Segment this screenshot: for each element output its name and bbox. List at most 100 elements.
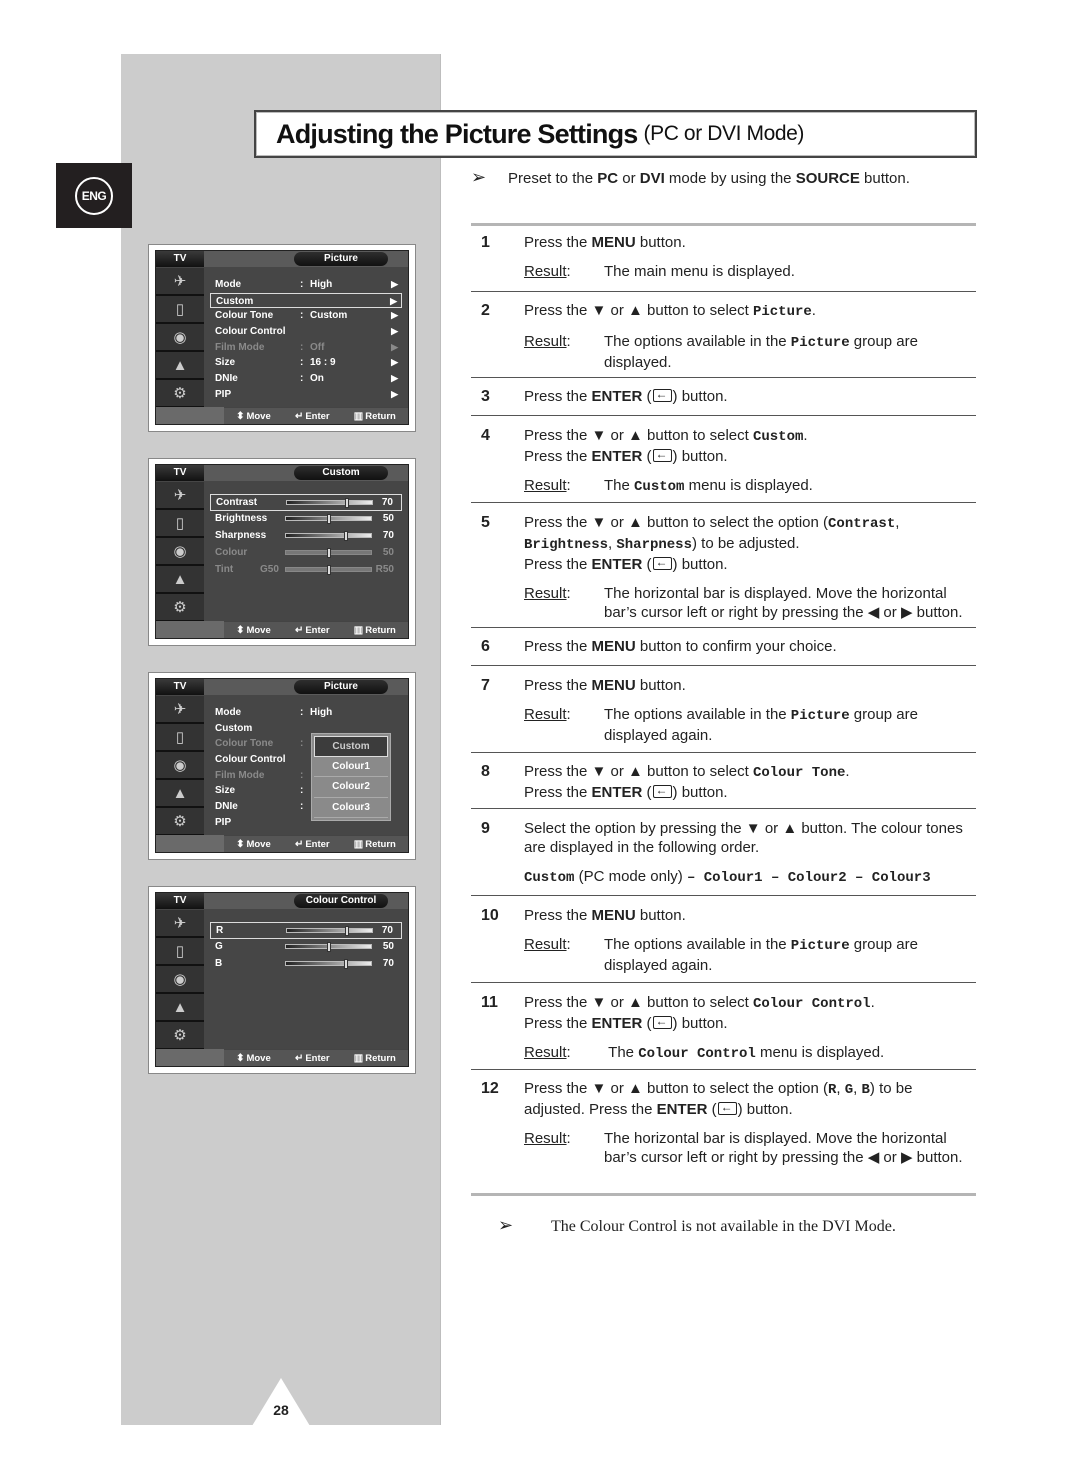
divider (471, 627, 976, 628)
setup-icon[interactable]: ⚙ (156, 380, 204, 408)
picture-icon[interactable]: ▯ (156, 296, 204, 324)
item-value: High (310, 279, 333, 290)
sound-icon[interactable]: ◉ (156, 752, 204, 780)
slider-track[interactable] (285, 514, 372, 524)
enter-hint: ↵ Enter (294, 624, 330, 636)
item-label: Film Mode (215, 769, 265, 781)
osd-slider-item[interactable]: B 70 (210, 956, 402, 973)
osd-slider-item[interactable]: Tint G50 R50 (210, 562, 402, 579)
step-2: 2 Press the ▼ or ▲ button to select Pict… (481, 302, 918, 371)
channel-icon[interactable]: ▲ (156, 994, 204, 1022)
item-label: Size (215, 357, 236, 369)
slider-value: 70 (381, 497, 393, 508)
osd-slider-item[interactable]: Colour 50 (210, 545, 402, 562)
osd-menu-item[interactable]: Film Mode: Off ▶ (210, 340, 402, 356)
osd-menu-item[interactable]: Custom ▶ (210, 292, 402, 309)
slider-track[interactable] (285, 959, 372, 969)
osd-slider-item[interactable]: Brightness 50 (210, 511, 402, 528)
osd-menu-item[interactable]: Colour Control ▶ (210, 324, 402, 340)
slider-track[interactable] (285, 531, 372, 541)
slider-track[interactable] (285, 942, 372, 952)
osd-menu-list: Mode: High Custom Colour Tone: Colour Contro… (210, 705, 402, 831)
slider-knob[interactable] (326, 548, 331, 558)
divider (471, 502, 976, 503)
osd-slider-item[interactable]: G 50 (210, 939, 402, 956)
slider-knob[interactable] (344, 926, 349, 936)
osd-panel: TV Custom ✈ ▯ ◉ ▲ ⚙ ⬍ Move ↵ Enter ▥ Return Contrast 7… (155, 464, 409, 639)
osd-screen: TV Colour Control ✈ ▯ ◉ ▲ ⚙ ⬍ Move ↵ Enter ▥ Return R… (148, 886, 416, 1074)
slider-knob[interactable] (343, 959, 348, 969)
item-label: Custom (216, 295, 254, 307)
osd-footer-hints: ⬍ Move ↵ Enter ▥ Return (224, 835, 408, 852)
item-label: Colour Control (215, 754, 286, 766)
sound-icon[interactable]: ◉ (156, 324, 204, 352)
osd-slider-item[interactable]: Contrast 70 (210, 494, 402, 511)
osd-menu-title: Picture (294, 680, 388, 694)
osd-titlebar: Custom (204, 465, 408, 481)
osd-menu-item[interactable]: Mode: High ▶ (210, 277, 402, 293)
osd-menu-item[interactable]: Mode: High (210, 705, 402, 721)
enter-icon (717, 1098, 737, 1117)
return-icon: ▥ (353, 624, 364, 636)
dropdown-option[interactable]: Custom (314, 736, 388, 757)
item-label: PIP (215, 816, 232, 828)
setup-icon[interactable]: ⚙ (156, 808, 204, 836)
sound-icon[interactable]: ◉ (156, 538, 204, 566)
slider-knob[interactable] (326, 942, 331, 952)
picture-icon[interactable]: ▯ (156, 510, 204, 538)
separator: : (300, 279, 304, 290)
input-icon[interactable]: ✈ (156, 910, 204, 938)
item-label: Contrast (216, 497, 258, 508)
step-9: 9 Select the option by pressing the ▼ or… (481, 820, 963, 886)
item-label: Sharpness (215, 530, 267, 541)
channel-icon[interactable]: ▲ (156, 566, 204, 594)
item-value: Off (310, 341, 325, 353)
picture-icon[interactable]: ▯ (156, 724, 204, 752)
slider-track[interactable] (286, 926, 373, 936)
input-icon[interactable]: ✈ (156, 268, 204, 296)
input-icon[interactable]: ✈ (156, 482, 204, 510)
channel-icon[interactable]: ▲ (156, 352, 204, 380)
dropdown-option[interactable]: Colour1 (314, 757, 388, 777)
osd-slider-item[interactable]: R 70 (210, 922, 402, 939)
osd-menu-item[interactable]: Size:16 : 9 ▶ (210, 355, 402, 371)
dropdown-option[interactable]: Colour2 (314, 777, 388, 798)
enter-icon (652, 553, 672, 572)
osd-menu-title: Custom (294, 466, 388, 480)
osd-slider-item[interactable]: Sharpness 70 (210, 528, 402, 545)
move-hint: ⬍ Move (236, 410, 271, 422)
slider-track[interactable] (286, 498, 373, 508)
input-icon[interactable]: ✈ (156, 696, 204, 724)
osd-menu-item[interactable]: PIP ▶ (210, 387, 402, 403)
item-label: Colour Tone (215, 310, 274, 322)
arrow-bullet-icon: ➢ (471, 167, 487, 187)
enter-icon: ↵ (294, 410, 304, 422)
sound-icon[interactable]: ◉ (156, 966, 204, 994)
return-hint: ▥ Return (353, 838, 396, 850)
slider-value: 70 (381, 925, 393, 936)
slider-knob[interactable] (326, 565, 331, 575)
divider (471, 752, 976, 753)
item-label: Colour (215, 547, 248, 558)
osd-screen: TV Custom ✈ ▯ ◉ ▲ ⚙ ⬍ Move ↵ Enter ▥ Return Contrast 7… (148, 458, 416, 646)
setup-icon[interactable]: ⚙ (156, 1022, 204, 1050)
osd-menu-title: Picture (294, 252, 388, 266)
item-label: G (215, 941, 223, 952)
separator: : (300, 801, 304, 813)
dropdown-option[interactable]: Colour3 (314, 798, 388, 818)
osd-menu-title: Colour Control (294, 894, 388, 908)
move-hint: ⬍ Move (236, 838, 271, 850)
slider-knob[interactable] (343, 531, 348, 541)
slider-track[interactable] (285, 548, 372, 558)
slider-knob[interactable] (344, 498, 349, 508)
setup-icon[interactable]: ⚙ (156, 594, 204, 622)
return-hint: ▥ Return (353, 624, 396, 636)
colour-tone-dropdown[interactable]: Custom Colour1 Colour2 Colour3 (311, 733, 391, 821)
osd-menu-item[interactable]: DNIe: On ▶ (210, 371, 402, 387)
osd-menu-item[interactable]: Colour Tone: Custom ▶ (210, 308, 402, 324)
picture-icon[interactable]: ▯ (156, 938, 204, 966)
item-label: Film Mode (215, 341, 265, 353)
channel-icon[interactable]: ▲ (156, 780, 204, 808)
slider-track[interactable] (285, 565, 372, 575)
slider-knob[interactable] (326, 514, 331, 524)
